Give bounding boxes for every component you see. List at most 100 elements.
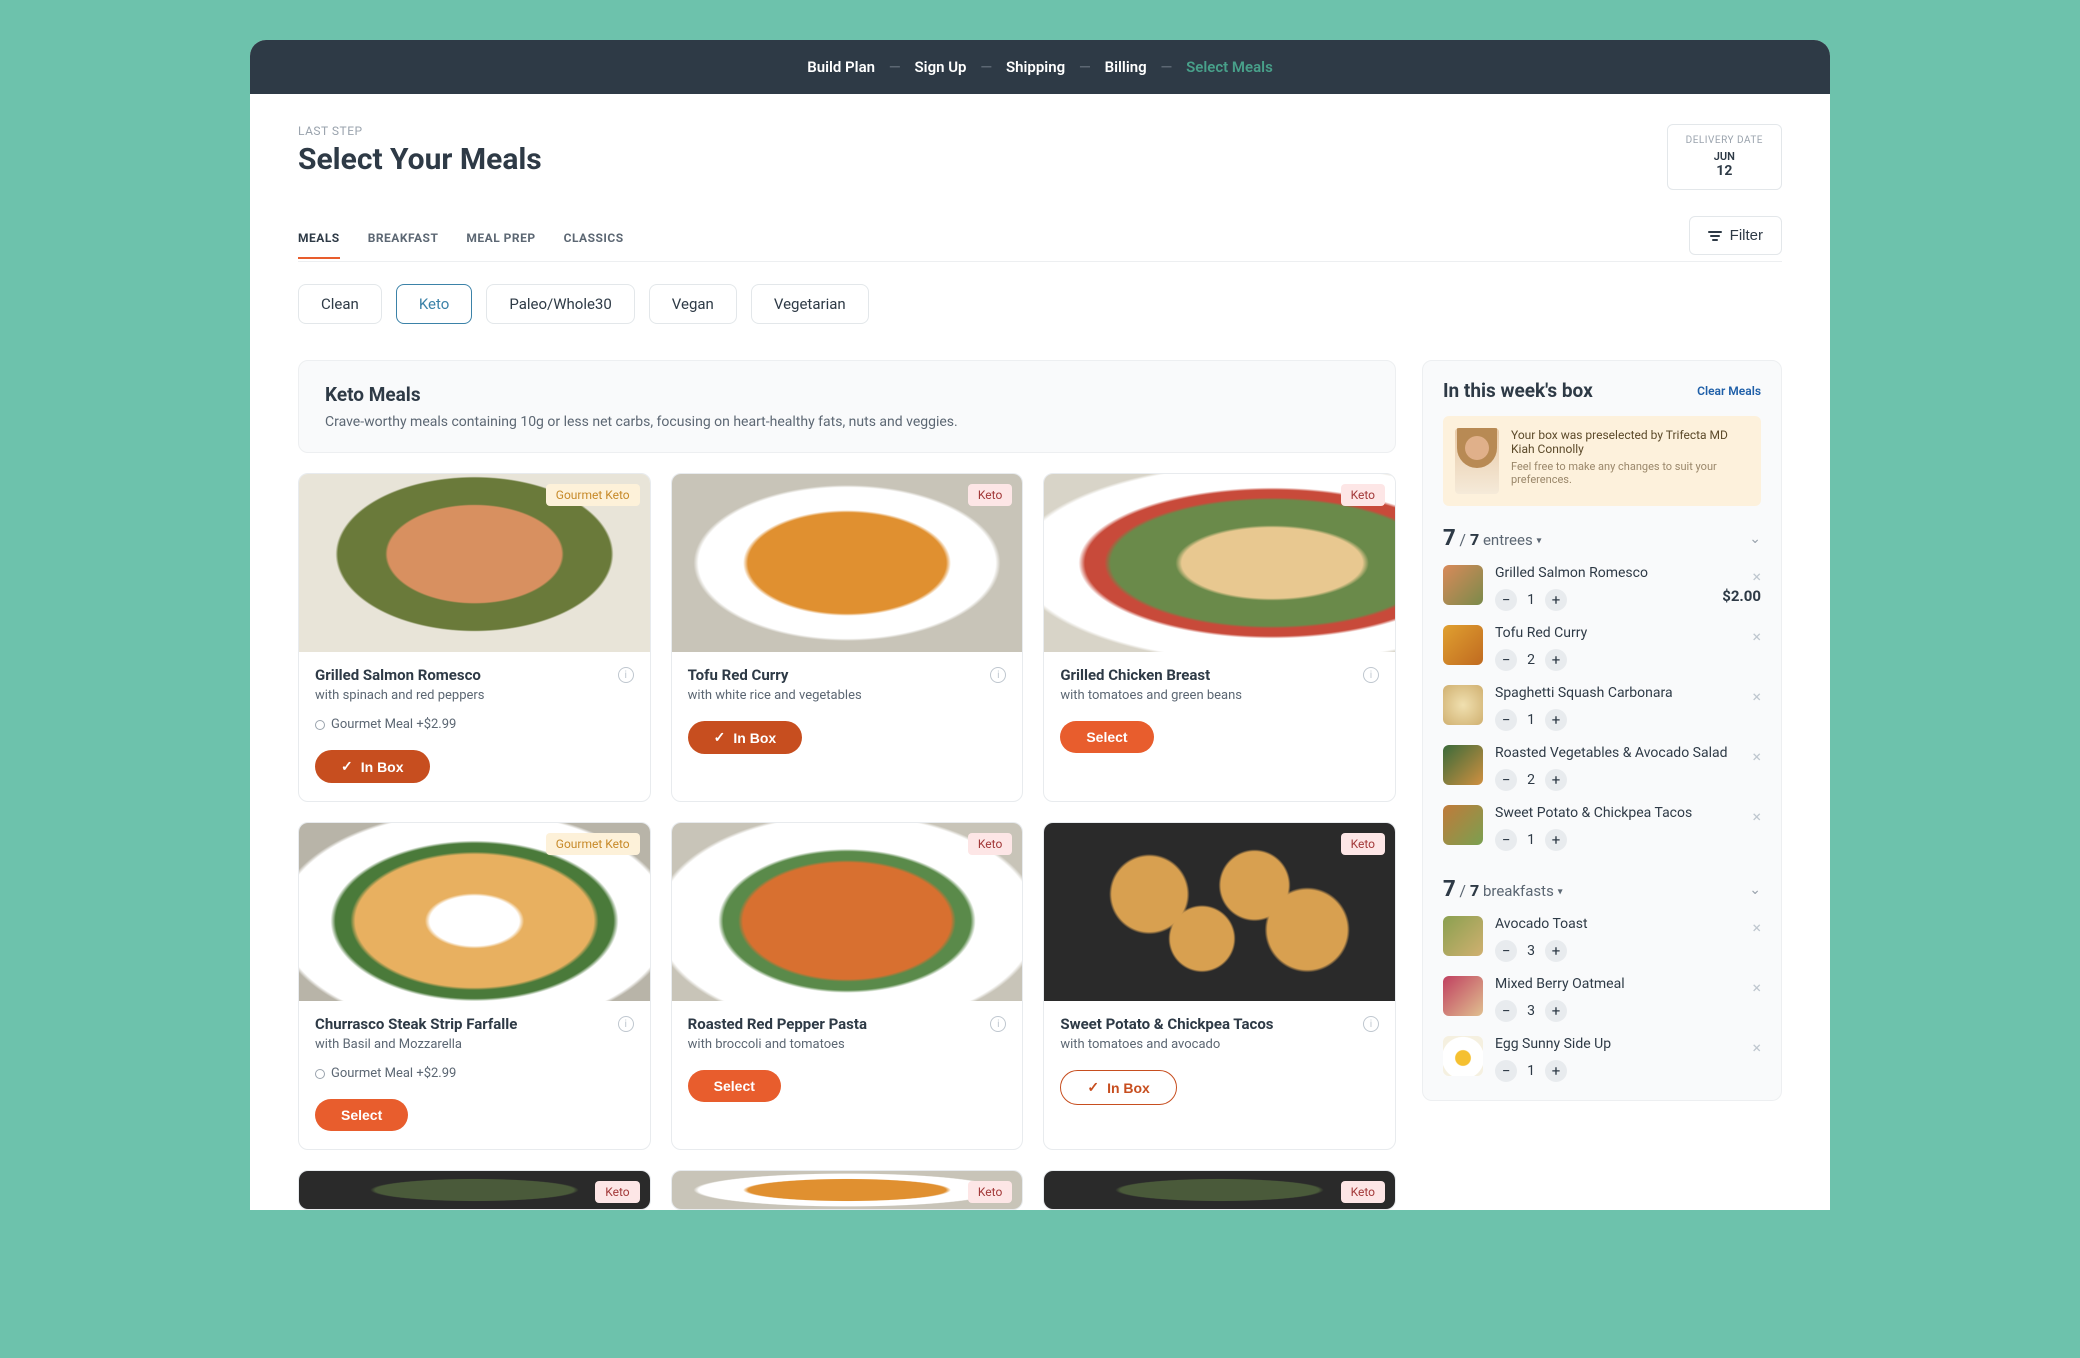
breakfasts-header[interactable]: 7 / 7 breakfasts ▾ ⌄: [1443, 877, 1761, 902]
caret-icon: ▾: [1558, 887, 1563, 898]
in-box-button[interactable]: ✓In Box: [315, 750, 430, 783]
qty-plus-button[interactable]: +: [1545, 649, 1567, 671]
box-item: Avocado Toast − 3 + ×: [1443, 916, 1761, 962]
meal-badge: Keto: [595, 1181, 639, 1203]
remove-item-button[interactable]: ×: [1752, 747, 1761, 766]
qty-minus-button[interactable]: −: [1495, 1060, 1517, 1082]
item-thumb: [1443, 805, 1483, 845]
chevron-down-icon[interactable]: ⌄: [1749, 531, 1761, 547]
meal-card: Keto Roasted Red Pepper Pasta i with bro…: [671, 822, 1024, 1150]
check-icon: ✓: [714, 729, 726, 746]
kicker: LAST STEP: [298, 124, 542, 138]
in-box-button[interactable]: ✓In Box: [688, 721, 803, 754]
item-thumb: [1443, 1036, 1483, 1076]
meal-title: Sweet Potato & Chickpea Tacos: [1060, 1015, 1273, 1033]
diet-pill[interactable]: Keto: [396, 284, 473, 324]
remove-item-button[interactable]: ×: [1752, 918, 1761, 937]
info-icon[interactable]: i: [618, 1016, 634, 1032]
preselect-main: Your box was preselected by Trifecta MD …: [1511, 428, 1749, 456]
chevron-down-icon[interactable]: ⌄: [1749, 882, 1761, 898]
qty-plus-button[interactable]: +: [1545, 709, 1567, 731]
info-icon[interactable]: i: [990, 1016, 1006, 1032]
qty-plus-button[interactable]: +: [1545, 589, 1567, 611]
category-tab[interactable]: BREAKFAST: [368, 219, 439, 259]
box-item: Egg Sunny Side Up − 1 + ×: [1443, 1036, 1761, 1082]
remove-item-button[interactable]: ×: [1752, 1038, 1761, 1057]
diet-pill[interactable]: Vegan: [649, 284, 737, 324]
info-icon[interactable]: i: [1363, 667, 1379, 683]
item-name: Mixed Berry Oatmeal: [1495, 976, 1761, 992]
info-icon[interactable]: i: [618, 667, 634, 683]
info-icon[interactable]: i: [990, 667, 1006, 683]
remove-item-button[interactable]: ×: [1752, 978, 1761, 997]
in-box-button[interactable]: ✓In Box: [1060, 1070, 1177, 1105]
meal-title: Churrasco Steak Strip Farfalle: [315, 1015, 517, 1033]
select-button[interactable]: Select: [315, 1099, 408, 1131]
qty-value: 2: [1525, 652, 1537, 668]
item-name: Sweet Potato & Chickpea Tacos: [1495, 805, 1761, 821]
meal-card: Keto: [298, 1170, 651, 1210]
qty-value: 3: [1525, 943, 1537, 959]
qty-minus-button[interactable]: −: [1495, 709, 1517, 731]
qty-plus-button[interactable]: +: [1545, 1000, 1567, 1022]
qty-minus-button[interactable]: −: [1495, 940, 1517, 962]
item-name: Spaghetti Squash Carbonara: [1495, 685, 1761, 701]
box-sidebar: In this week's box Clear Meals Your box …: [1422, 360, 1782, 1101]
qty-minus-button[interactable]: −: [1495, 769, 1517, 791]
qty-minus-button[interactable]: −: [1495, 829, 1517, 851]
remove-item-button[interactable]: ×: [1752, 807, 1761, 826]
diet-pill[interactable]: Clean: [298, 284, 382, 324]
progress-step[interactable]: Build Plan: [807, 58, 875, 76]
remove-item-button[interactable]: ×: [1752, 687, 1761, 706]
progress-step[interactable]: Sign Up: [915, 58, 967, 76]
gourmet-upcharge: Gourmet Meal +$2.99: [315, 717, 634, 732]
category-tab[interactable]: MEAL PREP: [466, 219, 535, 259]
clear-meals-link[interactable]: Clear Meals: [1697, 384, 1761, 398]
box-item: Sweet Potato & Chickpea Tacos − 1 + ×: [1443, 805, 1761, 851]
meal-badge: Gourmet Keto: [546, 833, 640, 855]
gourmet-upcharge: Gourmet Meal +$2.99: [315, 1066, 634, 1081]
item-thumb: [1443, 685, 1483, 725]
meal-image: Keto: [1044, 823, 1395, 1001]
delivery-date-card[interactable]: DELIVERY DATE JUN 12: [1667, 124, 1782, 190]
category-tab[interactable]: MEALS: [298, 219, 340, 259]
meal-title: Roasted Red Pepper Pasta: [688, 1015, 867, 1033]
box-item: Tofu Red Curry − 2 + ×: [1443, 625, 1761, 671]
meal-subtitle: with tomatoes and green beans: [1060, 688, 1379, 703]
qty-plus-button[interactable]: +: [1545, 829, 1567, 851]
qty-value: 1: [1525, 1063, 1537, 1079]
progress-step[interactable]: Billing: [1105, 58, 1147, 76]
progress-bar: Build Plan—Sign Up—Shipping—Billing—Sele…: [250, 40, 1830, 94]
progress-step[interactable]: Select Meals: [1186, 58, 1273, 76]
meal-image: Keto: [672, 1171, 1023, 1209]
item-thumb: [1443, 565, 1483, 605]
qty-plus-button[interactable]: +: [1545, 769, 1567, 791]
filter-icon: [1708, 231, 1722, 241]
filter-button[interactable]: Filter: [1689, 216, 1782, 255]
remove-item-button[interactable]: ×: [1752, 627, 1761, 646]
category-tab[interactable]: CLASSICS: [564, 219, 624, 259]
qty-minus-button[interactable]: −: [1495, 649, 1517, 671]
remove-item-button[interactable]: ×: [1752, 567, 1761, 586]
qty-value: 1: [1525, 592, 1537, 608]
qty-minus-button[interactable]: −: [1495, 1000, 1517, 1022]
item-thumb: [1443, 916, 1483, 956]
progress-step[interactable]: Shipping: [1006, 58, 1065, 76]
diet-pill[interactable]: Paleo/Whole30: [486, 284, 634, 324]
qty-plus-button[interactable]: +: [1545, 940, 1567, 962]
delivery-label: DELIVERY DATE: [1686, 135, 1763, 146]
item-name: Tofu Red Curry: [1495, 625, 1761, 641]
entrees-header[interactable]: 7 / 7 entrees ▾ ⌄: [1443, 526, 1761, 551]
item-price: $2.00: [1722, 587, 1761, 605]
qty-minus-button[interactable]: −: [1495, 589, 1517, 611]
select-button[interactable]: Select: [688, 1070, 781, 1102]
qty-value: 1: [1525, 832, 1537, 848]
info-icon[interactable]: i: [1363, 1016, 1379, 1032]
select-button[interactable]: Select: [1060, 721, 1153, 753]
qty-value: 3: [1525, 1003, 1537, 1019]
sidebar-title: In this week's box: [1443, 379, 1593, 402]
diet-pill[interactable]: Vegetarian: [751, 284, 869, 324]
qty-plus-button[interactable]: +: [1545, 1060, 1567, 1082]
item-name: Grilled Salmon Romesco: [1495, 565, 1761, 581]
meal-card: Gourmet Keto Churrasco Steak Strip Farfa…: [298, 822, 651, 1150]
